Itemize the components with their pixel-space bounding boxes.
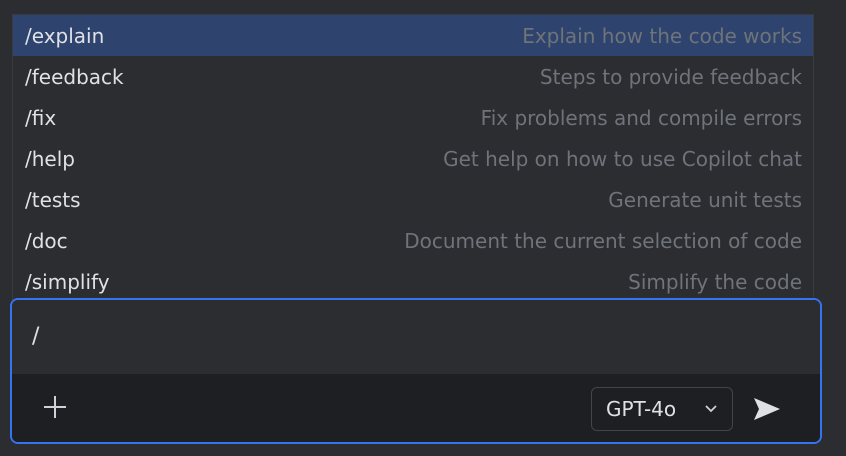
command-item-help[interactable]: /help Get help on how to use Copilot cha… (13, 138, 813, 179)
command-description: Fix problems and compile errors (480, 105, 802, 130)
command-item-fix[interactable]: /fix Fix problems and compile errors (13, 97, 813, 138)
command-name: /tests (25, 187, 81, 212)
command-description: Get help on how to use Copilot chat (443, 146, 802, 171)
command-item-tests[interactable]: /tests Generate unit tests (13, 179, 813, 220)
command-name: /simplify (25, 269, 110, 294)
model-selector[interactable]: GPT-4o (591, 387, 733, 431)
command-name: /doc (25, 228, 68, 253)
command-name: /explain (25, 23, 105, 48)
plus-icon[interactable] (42, 394, 68, 420)
chat-toolbar: GPT-4o (12, 374, 820, 442)
command-name: /help (25, 146, 75, 171)
chat-input-box: / GPT-4o (10, 298, 822, 444)
command-name: /fix (25, 105, 57, 130)
command-description: Document the current selection of code (404, 228, 802, 253)
command-description: Steps to provide feedback (539, 64, 802, 89)
model-label: GPT-4o (606, 397, 677, 421)
command-description: Generate unit tests (608, 187, 802, 212)
chat-input[interactable]: / (12, 300, 820, 374)
command-item-simplify[interactable]: /simplify Simplify the code (13, 261, 813, 302)
chat-input-text: / (32, 324, 40, 349)
send-icon[interactable] (752, 396, 782, 422)
command-name: /feedback (25, 64, 124, 89)
command-description: Explain how the code works (522, 23, 802, 48)
chevron-down-icon (705, 405, 717, 413)
slash-command-popup: /explain Explain how the code works /fee… (12, 14, 814, 300)
command-item-doc[interactable]: /doc Document the current selection of c… (13, 220, 813, 261)
command-item-explain[interactable]: /explain Explain how the code works (13, 15, 813, 56)
command-description: Simplify the code (628, 269, 802, 294)
command-item-feedback[interactable]: /feedback Steps to provide feedback (13, 56, 813, 97)
